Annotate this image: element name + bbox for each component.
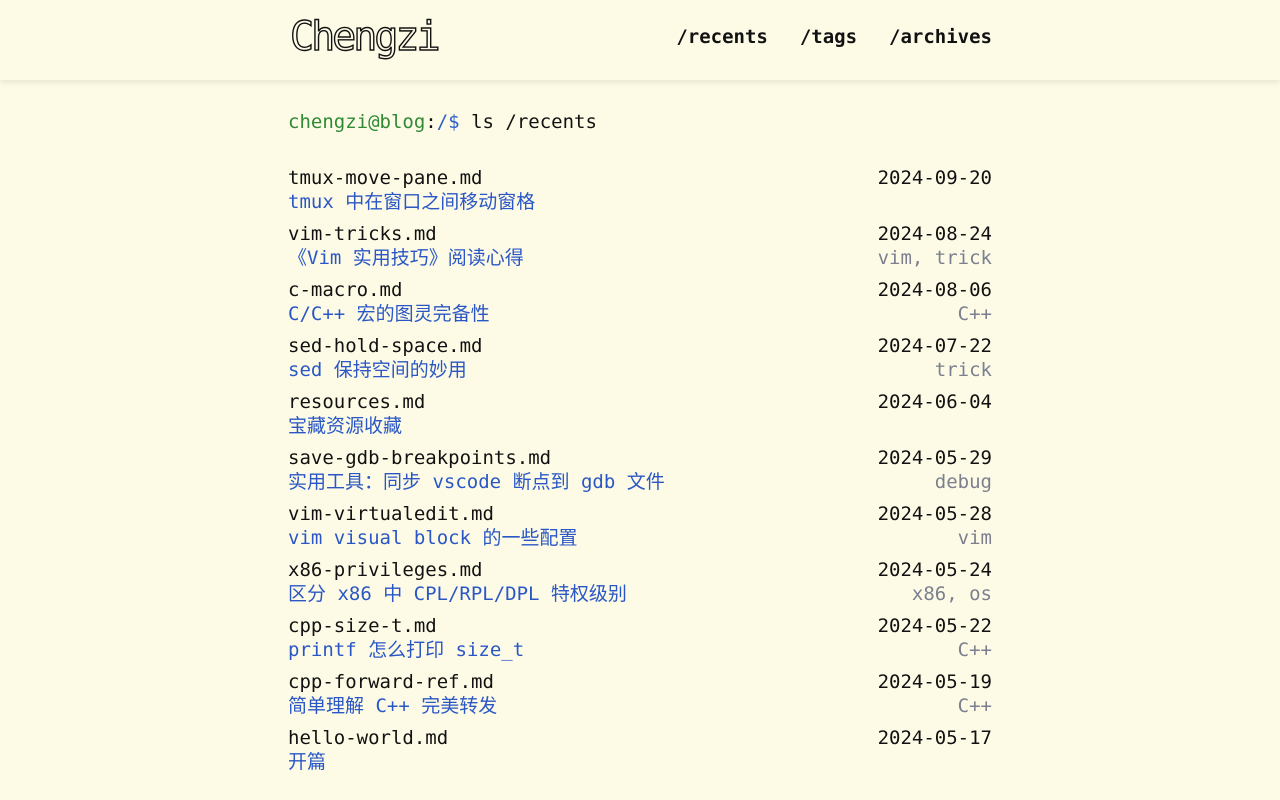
- post-title-link[interactable]: 《Vim 实用技巧》阅读心得: [288, 246, 524, 270]
- site-header: Chengzi /recents /tags /archives: [0, 0, 1280, 80]
- post-title-link[interactable]: 简单理解 C++ 完美转发: [288, 694, 497, 718]
- post-list-item: tmux-move-pane.md 2024-09-20 tmux 中在窗口之间移动…: [288, 166, 992, 222]
- post-title-row: 开篇: [288, 750, 992, 774]
- post-filename: vim-tricks.md: [288, 223, 437, 245]
- nav-tags-link[interactable]: /tags: [800, 26, 857, 48]
- post-filename: resources.md: [288, 391, 426, 413]
- post-meta-row: vim-tricks.md 2024-08-24: [288, 222, 992, 246]
- post-date: 2024-05-29: [877, 447, 992, 469]
- prompt-path: /$: [436, 111, 460, 133]
- post-list-item: cpp-size-t.md 2024-05-22 printf 怎么打印 size_…: [288, 614, 992, 670]
- post-title-row: 区分 x86 中 CPL/RPL/DPL 特权级别 x86, os: [288, 582, 992, 606]
- post-filename: x86-privileges.md: [288, 559, 483, 581]
- post-filename: vim-virtualedit.md: [288, 503, 494, 525]
- post-title-row: 简单理解 C++ 完美转发 C++: [288, 694, 992, 718]
- post-date: 2024-05-28: [877, 503, 992, 525]
- prompt-user: chengzi@blog: [288, 111, 426, 133]
- post-filename: sed-hold-space.md: [288, 335, 483, 357]
- post-title-link[interactable]: 实用工具：同步 vscode 断点到 gdb 文件: [288, 470, 665, 494]
- post-title-link[interactable]: tmux 中在窗口之间移动窗格: [288, 190, 535, 214]
- post-meta-row: hello-world.md 2024-05-17: [288, 726, 992, 750]
- post-date: 2024-09-20: [877, 167, 992, 189]
- post-list-item: resources.md 2024-06-04 宝藏资源收藏: [288, 390, 992, 446]
- post-title-link[interactable]: 开篇: [288, 750, 326, 774]
- post-date: 2024-06-04: [877, 391, 992, 413]
- site-logo[interactable]: Chengzi: [288, 12, 472, 62]
- nav-recents-link[interactable]: /recents: [676, 26, 768, 48]
- post-title-link[interactable]: printf 怎么打印 size_t: [288, 638, 524, 662]
- post-filename: c-macro.md: [288, 279, 403, 301]
- post-list-item: save-gdb-breakpoints.md 2024-05-29 实用工具：同步…: [288, 446, 992, 502]
- post-list-item: vim-virtualedit.md 2024-05-28 vim visual b…: [288, 502, 992, 558]
- post-list-item: x86-privileges.md 2024-05-24 区分 x86 中 CPL/…: [288, 558, 992, 614]
- post-list-item: cpp-forward-ref.md 2024-05-19 简单理解 C++ 完美转…: [288, 670, 992, 726]
- post-tags: vim: [957, 527, 992, 549]
- post-tags: vim, trick: [877, 247, 992, 269]
- post-filename: tmux-move-pane.md: [288, 167, 483, 189]
- terminal-prompt: chengzi@blog:/$ ls /recents: [288, 110, 992, 134]
- post-tags: debug: [934, 471, 992, 493]
- post-date: 2024-05-19: [877, 671, 992, 693]
- post-meta-row: cpp-size-t.md 2024-05-22: [288, 614, 992, 638]
- post-title-row: tmux 中在窗口之间移动窗格: [288, 190, 992, 214]
- post-meta-row: x86-privileges.md 2024-05-24: [288, 558, 992, 582]
- post-meta-row: c-macro.md 2024-08-06: [288, 278, 992, 302]
- post-title-row: 宝藏资源收藏: [288, 414, 992, 438]
- post-date: 2024-05-22: [877, 615, 992, 637]
- post-meta-row: vim-virtualedit.md 2024-05-28: [288, 502, 992, 526]
- post-meta-row: sed-hold-space.md 2024-07-22: [288, 334, 992, 358]
- post-title-link[interactable]: 宝藏资源收藏: [288, 414, 402, 438]
- post-meta-row: resources.md 2024-06-04: [288, 390, 992, 414]
- post-tags: C++: [957, 695, 992, 717]
- main-content: chengzi@blog:/$ ls /recents tmux-move-pa…: [288, 110, 992, 782]
- post-title-row: C/C++ 宏的图灵完备性 C++: [288, 302, 992, 326]
- post-title-row: 《Vim 实用技巧》阅读心得 vim, trick: [288, 246, 992, 270]
- post-list-item: hello-world.md 2024-05-17 开篇: [288, 726, 992, 782]
- post-list-item: sed-hold-space.md 2024-07-22 sed 保持空间的妙用 tr…: [288, 334, 992, 390]
- post-tags: x86, os: [911, 583, 992, 605]
- nav-archives-link[interactable]: /archives: [889, 26, 992, 48]
- post-filename: cpp-size-t.md: [288, 615, 437, 637]
- post-title-link[interactable]: 区分 x86 中 CPL/RPL/DPL 特权级别: [288, 582, 627, 606]
- post-date: 2024-05-24: [877, 559, 992, 581]
- prompt-command: ls /recents: [459, 111, 597, 133]
- post-list-item: vim-tricks.md 2024-08-24 《Vim 实用技巧》阅读心得 vim…: [288, 222, 992, 278]
- prompt-colon: :: [425, 111, 437, 133]
- post-meta-row: save-gdb-breakpoints.md 2024-05-29: [288, 446, 992, 470]
- post-tags: C++: [957, 303, 992, 325]
- post-list-item: c-macro.md 2024-08-06 C/C++ 宏的图灵完备性 C++: [288, 278, 992, 334]
- post-date: 2024-08-24: [877, 223, 992, 245]
- post-title-link[interactable]: vim visual block 的一些配置: [288, 526, 577, 550]
- post-filename: cpp-forward-ref.md: [288, 671, 494, 693]
- post-tags: trick: [934, 359, 992, 381]
- post-title-row: printf 怎么打印 size_t C++: [288, 638, 992, 662]
- post-date: 2024-08-06: [877, 279, 992, 301]
- post-filename: hello-world.md: [288, 727, 449, 749]
- post-tags: C++: [957, 639, 992, 661]
- post-title-link[interactable]: sed 保持空间的妙用: [288, 358, 467, 382]
- post-title-row: 实用工具：同步 vscode 断点到 gdb 文件 debug: [288, 470, 992, 494]
- post-title-link[interactable]: C/C++ 宏的图灵完备性: [288, 302, 490, 326]
- post-title-row: sed 保持空间的妙用 trick: [288, 358, 992, 382]
- svg-text:Chengzi: Chengzi: [290, 14, 438, 60]
- main-nav: /recents /tags /archives: [676, 26, 992, 48]
- post-title-row: vim visual block 的一些配置 vim: [288, 526, 992, 550]
- post-date: 2024-07-22: [877, 335, 992, 357]
- post-meta-row: tmux-move-pane.md 2024-09-20: [288, 166, 992, 190]
- post-meta-row: cpp-forward-ref.md 2024-05-19: [288, 670, 992, 694]
- post-filename: save-gdb-breakpoints.md: [288, 447, 552, 469]
- post-date: 2024-05-17: [877, 727, 992, 749]
- post-list: tmux-move-pane.md 2024-09-20 tmux 中在窗口之间移动…: [288, 166, 992, 782]
